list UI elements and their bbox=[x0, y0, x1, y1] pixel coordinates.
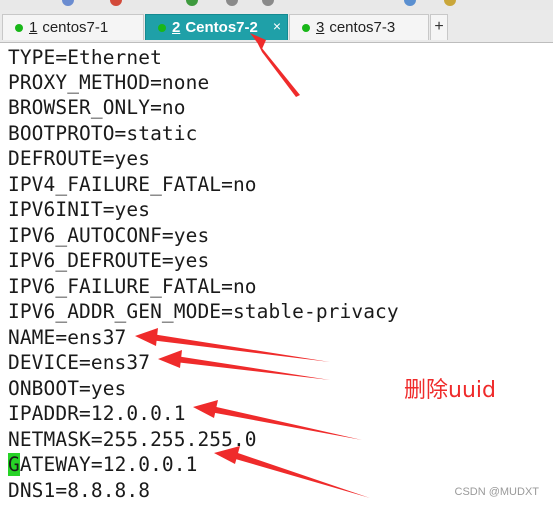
tab-centos7-1[interactable]: 1 centos7-1 bbox=[2, 14, 144, 40]
config-line: IPV6_ADDR_GEN_MODE=stable-privacy bbox=[8, 300, 399, 323]
tab-label: centos7-1 bbox=[42, 19, 109, 36]
toolbar-icon[interactable] bbox=[404, 0, 416, 6]
tab-centos7-2[interactable]: 2 Centos7-2 × bbox=[145, 14, 288, 40]
config-line-text: ATEWAY=12.0.0.1 bbox=[19, 453, 198, 476]
config-line: DEFROUTE=yes bbox=[8, 147, 151, 170]
config-line: IPV6INIT=yes bbox=[8, 198, 151, 221]
config-line: IPV4_FAILURE_FATAL=no bbox=[8, 173, 257, 196]
config-line: IPV6_DEFROUTE=yes bbox=[8, 249, 210, 272]
status-dot-icon bbox=[15, 23, 23, 32]
toolbar-icon[interactable] bbox=[226, 0, 238, 6]
config-line: DNS1=8.8.8.8 bbox=[8, 479, 151, 502]
toolbar-icon[interactable] bbox=[110, 0, 122, 6]
watermark: CSDN @MUDXT bbox=[454, 486, 540, 498]
close-icon[interactable]: × bbox=[273, 18, 281, 34]
annotation-note: 删除uuid bbox=[404, 378, 496, 403]
terminal-output[interactable]: TYPE=Ethernet PROXY_METHOD=none BROWSER_… bbox=[0, 43, 553, 506]
config-line: NAME=ens37 bbox=[8, 326, 127, 349]
tab-label: Centos7-2 bbox=[185, 19, 258, 36]
config-line: BOOTPROTO=static bbox=[8, 122, 198, 145]
toolbar-icon[interactable] bbox=[444, 0, 456, 6]
config-line: PROXY_METHOD=none bbox=[8, 71, 210, 94]
config-line: IPV6_AUTOCONF=yes bbox=[8, 224, 210, 247]
tab-label: centos7-3 bbox=[329, 19, 396, 36]
toolbar-icon[interactable] bbox=[262, 0, 274, 6]
config-line: IPADDR=12.0.0.1 bbox=[8, 402, 186, 425]
config-line: TYPE=Ethernet bbox=[8, 46, 162, 69]
config-line-with-cursor: GATEWAY=12.0.0.1 bbox=[8, 452, 197, 477]
config-line: IPV6_FAILURE_FATAL=no bbox=[8, 275, 257, 298]
config-line: BROWSER_ONLY=no bbox=[8, 96, 186, 119]
status-dot-icon bbox=[302, 23, 310, 32]
new-tab-button[interactable]: + bbox=[430, 14, 448, 40]
tab-number: 3 bbox=[316, 19, 325, 36]
toolbar-icon[interactable] bbox=[62, 0, 74, 6]
config-line: DEVICE=ens37 bbox=[8, 351, 151, 374]
tab-number: 1 bbox=[29, 19, 38, 36]
config-line: ONBOOT=yes bbox=[8, 377, 127, 400]
text-cursor: G bbox=[8, 453, 20, 476]
config-line: NETMASK=255.255.255.0 bbox=[8, 428, 257, 451]
tab-centos7-3[interactable]: 3 centos7-3 bbox=[289, 14, 429, 40]
toolbar-icon[interactable] bbox=[186, 0, 198, 6]
tab-number: 2 bbox=[172, 19, 181, 36]
session-tab-bar: 1 centos7-1 2 Centos7-2 × 3 centos7-3 + bbox=[0, 10, 553, 43]
toolbar-strip bbox=[0, 0, 553, 10]
status-dot-icon bbox=[158, 23, 166, 32]
